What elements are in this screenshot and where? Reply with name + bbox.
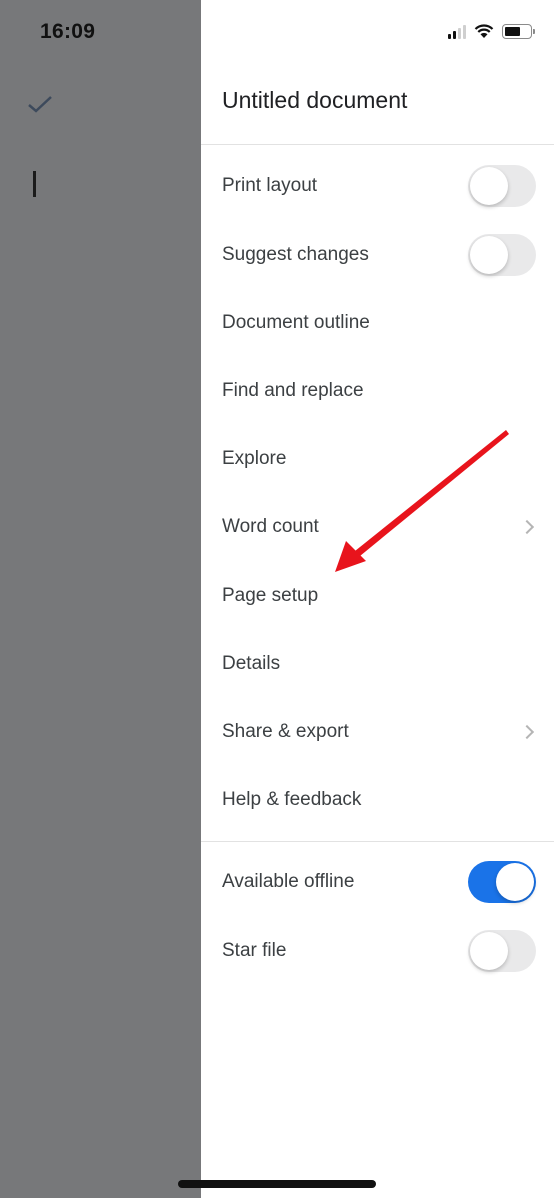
status-icons [448,24,535,39]
menu-item-details[interactable]: Details [201,630,554,698]
menu-item-page-setup[interactable]: Page setup [201,562,554,630]
text-cursor [33,171,36,197]
wifi-icon [474,24,494,38]
menu-label: Star file [222,940,287,961]
menu-label: Available offline [222,871,355,892]
chevron-right-icon [519,724,535,740]
menu-item-explore[interactable]: Explore [201,425,554,493]
menu-label: Word count [222,516,319,537]
menu-item-find-and-replace[interactable]: Find and replace [201,357,554,425]
signal-icon [448,24,466,39]
home-indicator[interactable] [178,1180,376,1188]
menu-item-share-export[interactable]: Share & export [201,698,554,766]
menu-label: Page setup [222,585,319,606]
navigation-drawer: Untitled document Print layout Suggest c… [201,0,554,1198]
suggest-changes-toggle[interactable] [468,234,536,276]
menu-label: Document outline [222,312,370,333]
star-file-toggle[interactable] [468,930,536,972]
divider [201,144,554,145]
scrim-overlay[interactable] [0,0,201,1198]
menu-label: Details [222,653,281,674]
menu-label: Suggest changes [222,244,369,265]
menu-label: Find and replace [222,380,364,401]
menu-item-document-outline[interactable]: Document outline [201,289,554,357]
print-layout-toggle[interactable] [468,165,536,207]
check-icon[interactable] [27,94,53,114]
status-time: 16:09 [40,20,96,43]
document-title: Untitled document [222,87,408,113]
divider [201,841,554,842]
menu-item-star-file[interactable]: Star file [201,917,554,985]
menu-item-help-feedback[interactable]: Help & feedback [201,766,554,834]
menu-label: Help & feedback [222,789,362,810]
chevron-right-icon [519,519,535,535]
battery-icon [502,24,535,39]
menu-item-suggest-changes[interactable]: Suggest changes [201,221,554,289]
menu-label: Share & export [222,721,349,742]
menu-label: Explore [222,448,287,469]
available-offline-toggle[interactable] [468,861,536,903]
menu-item-print-layout[interactable]: Print layout [201,152,554,220]
menu-item-available-offline[interactable]: Available offline [201,848,554,916]
menu-item-word-count[interactable]: Word count [201,493,554,561]
menu-label: Print layout [222,175,318,196]
